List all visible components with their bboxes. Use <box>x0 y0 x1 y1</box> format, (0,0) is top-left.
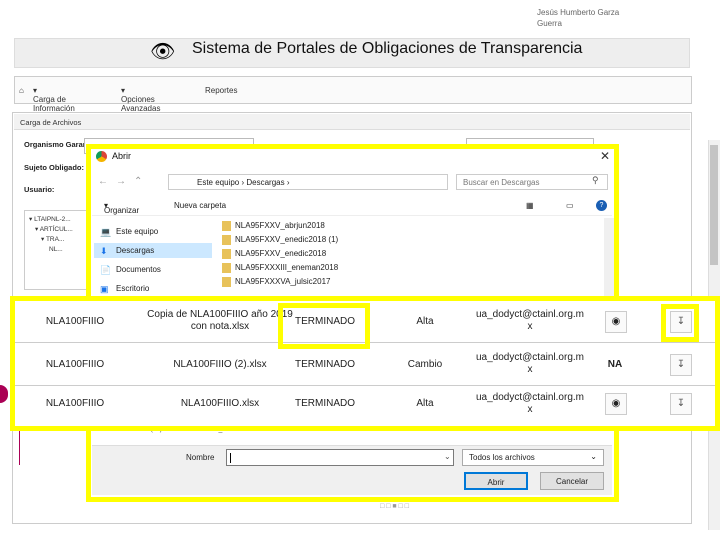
excel-file-icon <box>222 235 231 245</box>
na-label: NA <box>607 359 623 370</box>
chrome-icon <box>96 151 107 162</box>
chevron-down-icon: ⌄ <box>590 452 597 461</box>
dialog-nav-arrows[interactable]: ←→⌃ <box>98 176 150 187</box>
eye-logo-icon: 👁 <box>150 41 176 63</box>
user-name[interactable]: Jesús Humberto Garza Guerra <box>537 7 637 29</box>
document-icon: 📄 <box>100 265 112 275</box>
email-cell: ua_dodyct@ctainl.org.mx <box>476 309 584 332</box>
file-item[interactable]: NLA95FXXV_enedic2018 (1) <box>222 235 338 248</box>
nav-item-escritorio[interactable]: ▣ Escritorio <box>94 281 212 296</box>
filename-label: Nombre <box>186 453 215 462</box>
type-cell: Cambio <box>407 359 443 370</box>
search-icon[interactable]: ⚲ <box>592 175 599 186</box>
view-eye-icon[interactable]: ◉ <box>605 311 627 333</box>
page-title: Sistema de Portales de Obligaciones de T… <box>192 40 583 57</box>
excel-file-icon <box>222 221 231 231</box>
file-type-select[interactable]: Todos los archivos ⌄ <box>462 449 604 466</box>
format-cell: NLA100FIIIO <box>45 359 105 370</box>
nav-item-carga[interactable]: Carga de Información ▾ <box>33 86 75 113</box>
tree-node[interactable]: ▾ LTAIPNL-2... <box>29 215 83 225</box>
address-bar[interactable]: Este equipo › Descargas › <box>168 174 448 190</box>
open-button[interactable]: Abrir <box>464 472 528 490</box>
dialog-title: Abrir <box>112 151 132 161</box>
panel-title: Carga de Archivos <box>14 114 690 130</box>
email-cell: ua_dodyct@ctainl.org.mx <box>476 352 584 375</box>
preview-pane-icon[interactable]: ▭ <box>566 201 574 210</box>
view-eye-icon[interactable]: ◉ <box>605 393 627 415</box>
chevron-down-icon[interactable]: ⌄ <box>444 452 451 461</box>
cancel-button[interactable]: Cancelar <box>540 472 604 490</box>
tree-node[interactable]: ▾ ARTÍCUL... <box>29 225 83 235</box>
file-name-cell: NLA100FIIIO.xlsx <box>180 398 260 409</box>
email-cell: ua_dodyct@ctainl.org.mx <box>476 392 584 415</box>
nav-item-este-equipo[interactable]: 💻 Este equipo <box>94 224 212 239</box>
status-highlight <box>278 303 370 349</box>
download-icon: ⬇ <box>100 246 108 256</box>
computer-icon: 💻 <box>100 227 112 237</box>
table-row: NLA100FIIIO NLA100FIIIO (2).xlsx TERMINA… <box>15 344 715 386</box>
nav-item-documentos[interactable]: 📄 Documentos <box>94 262 212 277</box>
excel-file-icon <box>222 249 231 259</box>
desktop-icon: ▣ <box>100 284 109 294</box>
file-name-cell: NLA100FIIIO (2).xlsx <box>173 359 267 370</box>
file-item[interactable]: NLA95FXXXVA_julsic2017 <box>222 277 330 290</box>
tree-node[interactable]: ▾ TRA... <box>29 235 83 245</box>
type-cell: Alta <box>416 316 434 327</box>
download-icon[interactable]: ↧ <box>670 354 692 376</box>
dialog-toolbar: Organizar ▾ Nueva carpeta ▦ ▭ ? <box>92 196 612 216</box>
view-icon[interactable]: ▦ <box>526 201 534 210</box>
main-navbar: ⌂ Carga de Información ▾ Opciones Avanza… <box>14 76 692 113</box>
pagination[interactable]: □ □ ■ □ □ <box>380 503 409 510</box>
type-cell: Alta <box>416 398 434 409</box>
format-cell: NLA100FIIIO <box>45 316 105 327</box>
format-cell: NLA100FIIIO <box>45 398 105 409</box>
nav-item-reportes[interactable]: Reportes <box>205 86 237 95</box>
nav-item-descargas[interactable]: ⬇ Descargas <box>94 243 212 258</box>
field-label-sujeto: Sujeto Obligado: <box>24 163 84 172</box>
help-icon[interactable]: ? <box>596 200 607 211</box>
dialog-nav-pane: 💻 Este equipo ⬇ Descargas 📄 Documentos ▣ Esc… <box>94 218 214 300</box>
dialog-scrollbar[interactable] <box>604 218 614 300</box>
filename-input[interactable] <box>226 449 454 466</box>
download-highlight <box>661 304 699 342</box>
new-folder-button[interactable]: Nueva carpeta <box>174 201 226 210</box>
file-item[interactable]: NLA95FXXXIII_eneman2018 <box>222 263 338 276</box>
download-icon[interactable]: ↧ <box>670 393 692 415</box>
close-icon[interactable]: ✕ <box>600 149 610 163</box>
file-item[interactable]: NLA95FXXV_enedic2018 <box>222 249 326 262</box>
obligation-tree: ▾ LTAIPNL-2... ▾ ARTÍCUL... ▾ TRA... NL.… <box>24 210 88 290</box>
search-input[interactable]: Buscar en Descargas <box>456 174 608 190</box>
table-row: NLA100FIIIO NLA100FIIIO.xlsx TERMINADO A… <box>15 386 715 428</box>
organize-button[interactable]: Organizar ▾ <box>104 201 139 215</box>
status-cell: TERMINADO <box>295 398 355 409</box>
field-label-usuario: Usuario: <box>24 185 55 194</box>
status-cell: TERMINADO <box>295 359 355 370</box>
excel-file-icon <box>222 277 231 287</box>
home-icon[interactable]: ⌂ <box>19 86 24 95</box>
file-item[interactable]: NLA95FXXV_abrjun2018 <box>222 221 325 234</box>
nav-item-opciones[interactable]: Opciones Avanzadas ▾ <box>121 86 160 113</box>
file-list: NLA95FXXV_abrjun2018 NLA95FXXV_enedic201… <box>222 218 602 300</box>
tree-node[interactable]: NL... <box>29 245 83 255</box>
file-name-cell: Copia de NLA100FIIIO año 2019 con nota.x… <box>147 309 293 332</box>
excel-file-icon <box>222 263 231 273</box>
page-scrollbar-thumb[interactable] <box>710 145 718 265</box>
